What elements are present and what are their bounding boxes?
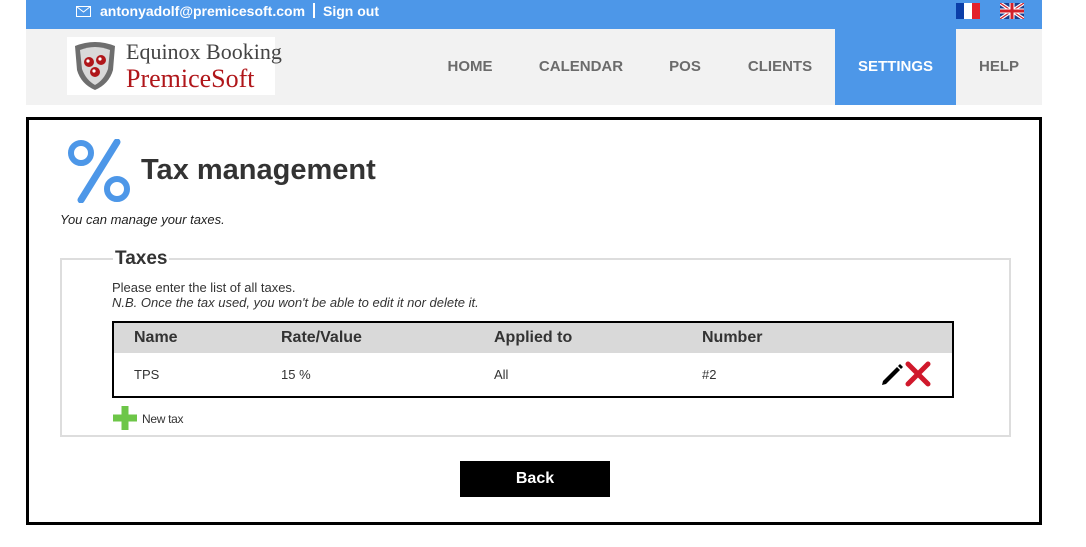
header-number: Number <box>702 329 763 346</box>
page-subtitle: You can manage your taxes. <box>60 212 225 227</box>
taxes-section: Taxes Please enter the list of all taxes… <box>60 248 1011 437</box>
sign-out-link[interactable]: Sign out <box>323 3 379 19</box>
delete-x-icon[interactable] <box>904 361 932 387</box>
taxes-note: N.B. Once the tax used, you won't be abl… <box>112 295 479 310</box>
header-applied: Applied to <box>494 329 573 346</box>
flag-fr-icon[interactable] <box>956 3 980 19</box>
mail-icon <box>76 6 91 17</box>
divider <box>313 3 315 18</box>
top-bar: antonyadolf@premicesoft.com Sign out <box>26 0 1042 29</box>
header-rate: Rate/Value <box>281 329 362 346</box>
plus-icon <box>113 406 137 430</box>
page-title: Tax management <box>141 154 376 186</box>
user-email: antonyadolf@premicesoft.com <box>100 3 306 19</box>
new-tax-label: New tax <box>142 412 184 426</box>
logo-shield-icon <box>75 42 115 90</box>
main-panel: Tax management You can manage your taxes… <box>26 117 1042 525</box>
taxes-legend: Taxes <box>113 248 170 270</box>
logo[interactable]: Equinox Booking PremiceSoft <box>67 37 282 95</box>
pencil-icon[interactable] <box>879 361 905 387</box>
taxes-info: Please enter the list of all taxes. <box>112 280 296 295</box>
nav-clients[interactable]: CLIENTS <box>734 29 826 105</box>
header-name: Name <box>134 329 178 346</box>
logo-text-equinox: Equinox Booking <box>126 39 282 64</box>
table-header: Name Rate/Value Applied to Number <box>114 323 952 353</box>
percent-icon <box>68 139 130 203</box>
tax-applied: All <box>494 367 509 382</box>
tax-rate: 15 % <box>281 367 311 382</box>
nav-bar: Equinox Booking PremiceSoft HOME CALENDA… <box>26 29 1042 105</box>
back-button[interactable]: Back <box>460 461 610 497</box>
tax-number: #2 <box>702 367 717 382</box>
nav-settings[interactable]: SETTINGS <box>835 29 956 105</box>
tax-name: TPS <box>134 367 160 382</box>
nav-home[interactable]: HOME <box>426 29 514 105</box>
nav-calendar[interactable]: CALENDAR <box>524 29 638 105</box>
logo-text-premicesoft: PremiceSoft <box>126 64 255 93</box>
nav-help[interactable]: HELP <box>966 29 1032 105</box>
flag-uk-icon[interactable] <box>1000 3 1024 19</box>
tax-table: Name Rate/Value Applied to Number TPS 15… <box>112 321 954 398</box>
nav-pos[interactable]: POS <box>652 29 718 105</box>
